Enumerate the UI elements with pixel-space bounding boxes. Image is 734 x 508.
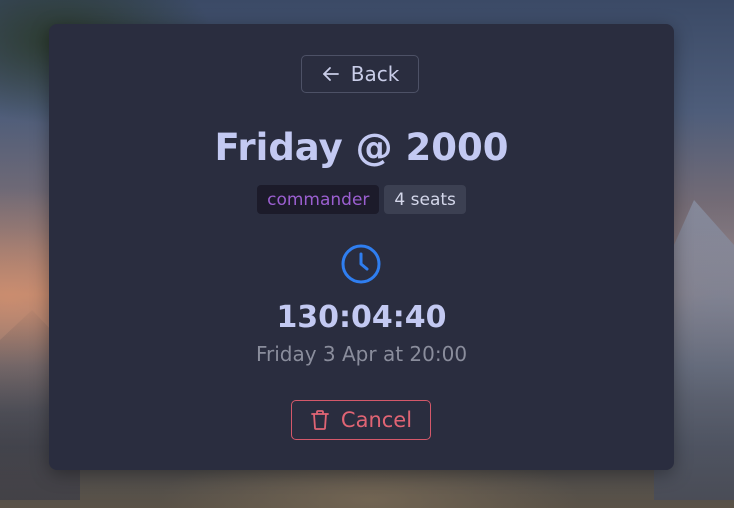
countdown-timer: 130:04:40 [276, 300, 447, 335]
event-title: Friday @ 2000 [214, 126, 509, 169]
event-card: Back Friday @ 2000 commander 4 seats 130… [49, 24, 674, 470]
arrow-left-icon [321, 64, 341, 84]
back-button-label: Back [350, 62, 400, 86]
cancel-button[interactable]: Cancel [291, 400, 431, 440]
event-date: Friday 3 Apr at 20:00 [255, 342, 468, 366]
back-button[interactable]: Back [301, 55, 419, 93]
format-badge: commander [257, 185, 380, 214]
event-badges: commander 4 seats [49, 185, 674, 214]
cancel-button-label: Cancel [340, 408, 413, 432]
clock-icon [340, 243, 382, 285]
seats-badge: 4 seats [384, 185, 466, 214]
trash-icon [310, 409, 330, 431]
